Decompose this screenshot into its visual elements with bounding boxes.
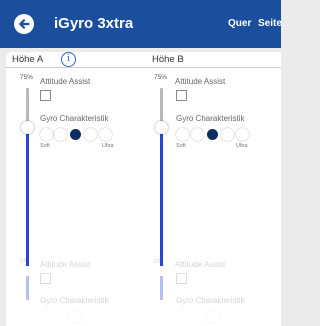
- slider-thumb-a[interactable]: [21, 121, 34, 134]
- slider-thumb-b[interactable]: [155, 121, 168, 134]
- gyro-option-2-b[interactable]: [191, 128, 204, 141]
- gyro-option-4-b[interactable]: [221, 128, 234, 141]
- gyro-label-bottom-a: Gyro Charakteristik: [40, 296, 109, 305]
- back-button[interactable]: [14, 14, 34, 34]
- gyro-option-1-b[interactable]: [176, 128, 189, 141]
- attitude-assist-label-bottom-b: Attitude Assist: [175, 260, 226, 269]
- gyro-option-bottom-a[interactable]: [69, 310, 82, 323]
- settings-panel: Höhe A i 75% Attitude Assist Gyro Charak…: [6, 52, 281, 326]
- attitude-assist-checkbox-bottom-b[interactable]: [176, 273, 187, 284]
- gyro-option-5-a[interactable]: [99, 128, 112, 141]
- gyro-option-4-a[interactable]: [84, 128, 97, 141]
- app-title: iGyro 3xtra: [54, 15, 134, 32]
- app-bar: iGyro 3xtra Quer Seite: [0, 0, 282, 48]
- slider-track-a: [26, 88, 29, 122]
- gyro-option-5-b[interactable]: [236, 128, 249, 141]
- gyro-option-3-a-selected[interactable]: [69, 128, 82, 141]
- ultra-label-a: Ultra: [102, 143, 114, 149]
- info-icon[interactable]: i: [61, 52, 76, 67]
- gyro-option-bottom-b[interactable]: [206, 310, 219, 323]
- attitude-assist-checkbox-a[interactable]: [40, 90, 51, 101]
- percent-top-b: 75%: [154, 74, 168, 81]
- attitude-assist-label-bottom-a: Attitude Assist: [40, 260, 91, 269]
- soft-label-b: Soft: [176, 143, 186, 149]
- gyro-option-1-a[interactable]: [40, 128, 53, 141]
- attitude-assist-checkbox-b[interactable]: [176, 90, 187, 101]
- percent-top-a: 75%: [20, 74, 34, 81]
- gyro-label-a: Gyro Charakteristik: [40, 114, 109, 123]
- slider-fill-bottom-b: [160, 276, 163, 300]
- slider-fill-bottom-a: [26, 276, 29, 300]
- gyro-label-b: Gyro Charakteristik: [176, 114, 245, 123]
- percent-bottom-b: 0%: [154, 258, 164, 265]
- attitude-assist-label-b: Attitude Assist: [175, 77, 226, 86]
- attitude-assist-label-a: Attitude Assist: [40, 77, 91, 86]
- quer-button[interactable]: Quer: [228, 18, 251, 29]
- soft-label-a: Soft: [40, 143, 50, 149]
- column-header-b: Höhe B: [152, 54, 184, 65]
- attitude-assist-checkbox-bottom-a[interactable]: [40, 273, 51, 284]
- column-header-a: Höhe A: [12, 54, 44, 65]
- header-divider: [6, 67, 281, 68]
- slider-fill-b: [160, 122, 163, 266]
- gyro-option-2-a[interactable]: [54, 128, 67, 141]
- ultra-label-b: Ultra: [236, 143, 248, 149]
- gyro-option-3-b-selected[interactable]: [206, 128, 219, 141]
- arrow-left-circle-icon: [19, 19, 30, 29]
- percent-bottom-a: 0%: [20, 258, 30, 265]
- slider-fill-a: [26, 122, 29, 266]
- slider-track-b: [160, 88, 163, 122]
- seite-button[interactable]: Seite: [258, 18, 282, 29]
- gyro-label-bottom-b: Gyro Charakteristik: [176, 296, 245, 305]
